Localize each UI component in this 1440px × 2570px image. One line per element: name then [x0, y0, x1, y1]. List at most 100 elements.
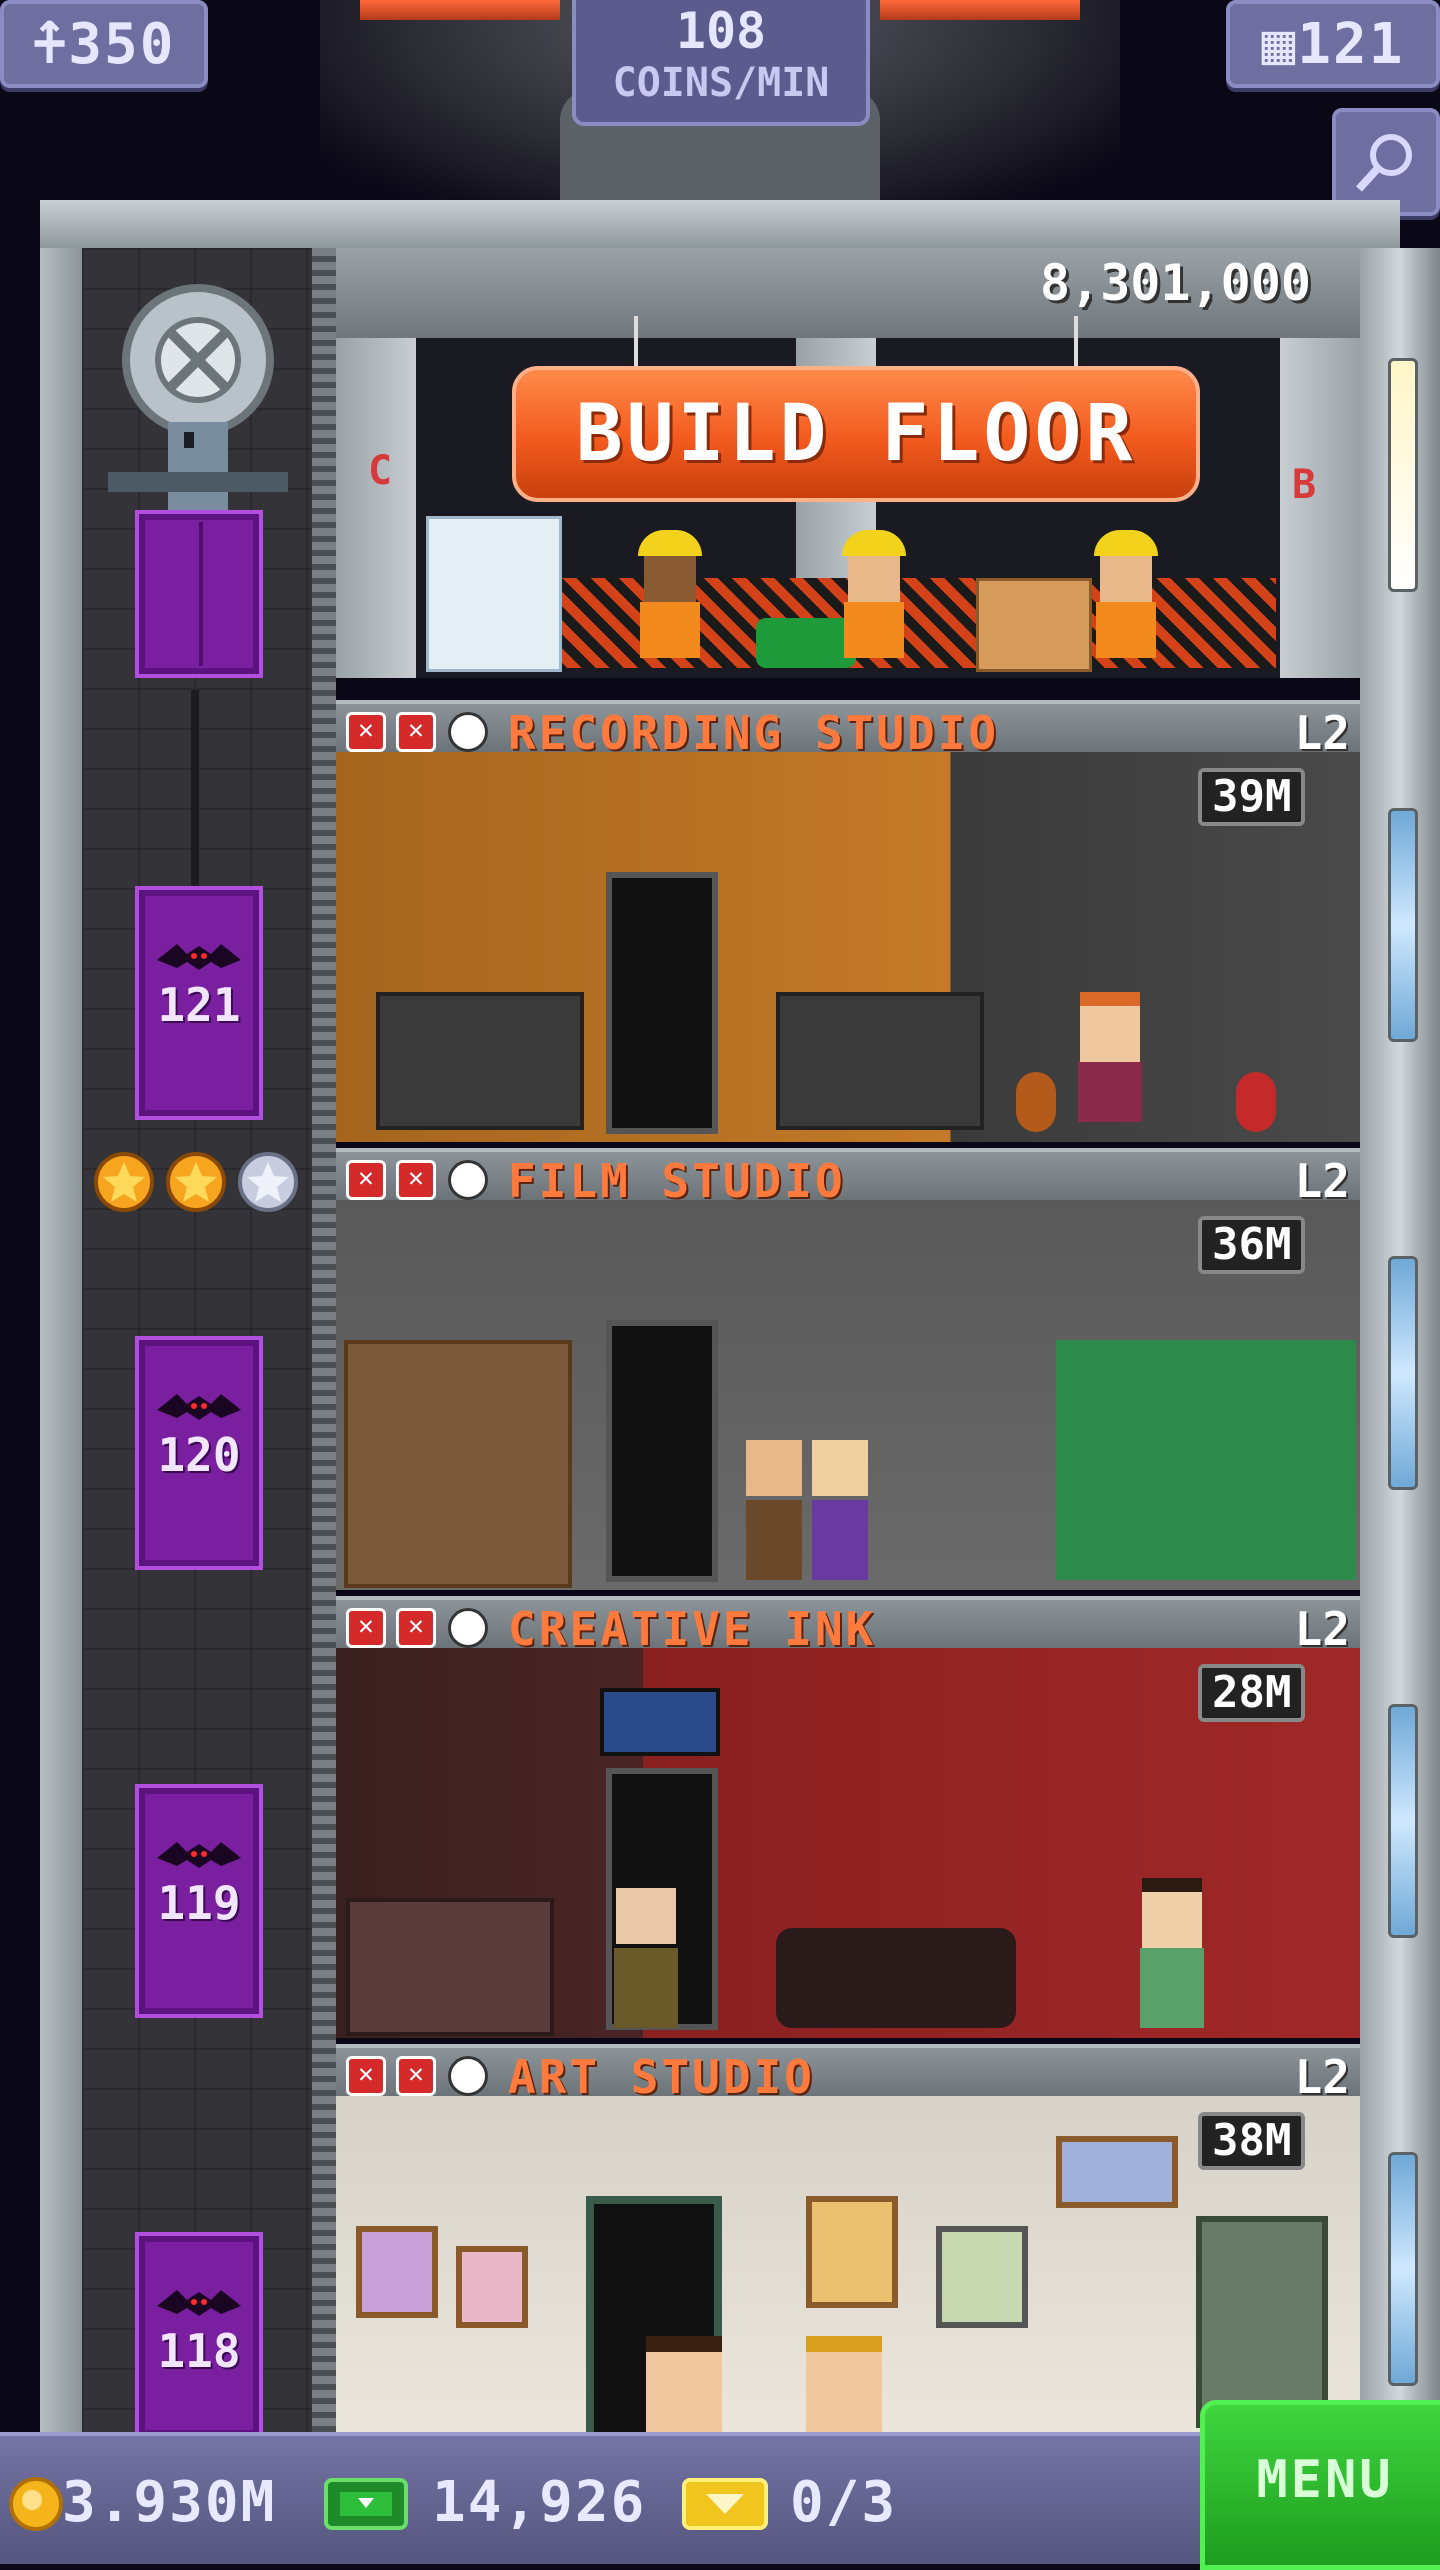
- construction-marker-left: C: [368, 448, 393, 494]
- floor-counter[interactable]: ▦ 121: [1226, 0, 1440, 88]
- coin-icon: [9, 2477, 63, 2531]
- art-bitizen: [806, 2336, 882, 2432]
- construction-worker: [1086, 530, 1166, 660]
- menu-label: MENU: [1256, 2450, 1394, 2510]
- crate: [976, 578, 1092, 672]
- lava-glow-left: [360, 0, 560, 20]
- art-bitizen: [646, 2336, 722, 2432]
- bat-icon: [157, 944, 241, 970]
- star-filled-icon: [166, 1152, 226, 1212]
- coins-per-min-label: COINS/MIN: [612, 60, 830, 106]
- menu-button[interactable]: MENU: [1200, 2400, 1440, 2570]
- build-floor-cost: 8,301,000: [1040, 254, 1311, 312]
- population-value: 350: [68, 11, 176, 77]
- bux-icon: [324, 2478, 408, 2530]
- close-icon: ✕: [346, 2056, 386, 2096]
- tower-window: [1388, 1256, 1418, 1490]
- room-door: [606, 872, 718, 1134]
- couch: [776, 1928, 1016, 2028]
- floor-value: 36M: [1198, 1216, 1306, 1274]
- elevator-car-top[interactable]: [135, 510, 263, 678]
- floor-header[interactable]: ✕ ✕ FILM STUDIO L2: [336, 1148, 1360, 1208]
- clock-icon: [448, 1160, 488, 1200]
- floors-icon: ▦: [1261, 11, 1298, 77]
- elevator-car[interactable]: 118: [135, 2232, 263, 2440]
- button-hanger: [1074, 316, 1078, 372]
- elevator-car[interactable]: 121: [135, 886, 263, 1120]
- build-floor-button[interactable]: BUILD FLOOR: [512, 366, 1200, 502]
- clock-icon: [448, 2056, 488, 2096]
- floor-header[interactable]: ✕ ✕ CREATIVE INK L2: [336, 1596, 1360, 1656]
- painting: [356, 2226, 438, 2318]
- build-floor-label: BUILD FLOOR: [575, 389, 1137, 479]
- elevator-car-floor: 120: [157, 1428, 241, 1482]
- floor-header[interactable]: ✕ ✕ ART STUDIO L2: [336, 2044, 1360, 2104]
- guitar: [1236, 1072, 1276, 1132]
- close-icon: ✕: [396, 712, 436, 752]
- elevator-car[interactable]: 120: [135, 1336, 263, 1570]
- tower-window: [1388, 2152, 1418, 2386]
- elevator-car[interactable]: 119: [135, 1784, 263, 2018]
- tower-window: [1388, 358, 1418, 592]
- guitar: [1016, 1072, 1056, 1132]
- lava-glow-right: [880, 0, 1080, 20]
- ticket-icon: [682, 2478, 768, 2530]
- button-hanger: [634, 316, 638, 372]
- bat-icon: [157, 1394, 241, 1420]
- elevator-car-floor: 121: [157, 978, 241, 1032]
- bux-balance[interactable]: 14,926: [432, 2470, 646, 2535]
- green-screen: [1056, 1340, 1356, 1580]
- close-icon: ✕: [346, 1160, 386, 1200]
- close-icon: ✕: [346, 1608, 386, 1648]
- star-empty-icon: [238, 1152, 298, 1212]
- painting: [936, 2226, 1028, 2328]
- close-icon: ✕: [396, 1608, 436, 1648]
- construction-worker: [834, 530, 914, 660]
- tickets-count[interactable]: 0/3: [790, 2470, 897, 2535]
- film-crew-bitizens: [746, 1440, 876, 1580]
- population-counter[interactable]: ⍏ 350: [0, 0, 208, 88]
- elevator-rail: [312, 248, 336, 2438]
- close-icon: ✕: [346, 712, 386, 752]
- painting: [456, 2246, 528, 2328]
- floor-value: 39M: [1198, 768, 1306, 826]
- elevator-car-floor: 118: [157, 2324, 241, 2378]
- floor-value: 28M: [1198, 1664, 1306, 1722]
- floors-value: 121: [1297, 11, 1405, 77]
- construction-worker: [630, 530, 710, 660]
- magnifier-icon: [1356, 134, 1412, 192]
- tower-left-wall: [40, 248, 82, 2438]
- floor-header[interactable]: ✕ ✕ RECORDING STUDIO L2: [336, 700, 1360, 760]
- mixing-desk: [376, 992, 584, 1130]
- elevator-car-floor: 119: [157, 1876, 241, 1930]
- close-icon: ✕: [396, 2056, 436, 2096]
- construction-pillar-left: [336, 338, 416, 678]
- glass-panel: [426, 516, 562, 672]
- close-icon: ✕: [396, 1160, 436, 1200]
- bat-icon: [157, 2290, 241, 2316]
- coins-per-min-value: 108: [675, 2, 767, 60]
- star-filled-icon: [94, 1152, 154, 1212]
- population-icon: ⍏: [32, 11, 69, 77]
- clock-icon: [448, 712, 488, 752]
- ink-sign: [600, 1688, 720, 1756]
- tattoo-bitizen: [606, 1888, 686, 2028]
- clock-icon: [448, 1608, 488, 1648]
- window: [1196, 2216, 1328, 2428]
- painting: [806, 2196, 898, 2308]
- mixing-desk: [776, 992, 984, 1130]
- tower-window: [1388, 1704, 1418, 1938]
- room-door: [606, 1320, 718, 1582]
- coins-balance[interactable]: 3.930M: [62, 2470, 276, 2535]
- tower-window: [1388, 808, 1418, 1042]
- star-rating: [92, 1150, 312, 1220]
- elevator-cable: [191, 690, 199, 890]
- wardrobe: [344, 1340, 572, 1588]
- floor-value: 38M: [1198, 2112, 1306, 2170]
- tattoo-counter: [346, 1898, 554, 2036]
- construction-marker-right: B: [1292, 462, 1317, 508]
- tattoo-bitizen: [1132, 1878, 1212, 2028]
- painting: [1056, 2136, 1178, 2208]
- bat-icon: [157, 1842, 241, 1868]
- studio-bitizen: [1068, 992, 1152, 1122]
